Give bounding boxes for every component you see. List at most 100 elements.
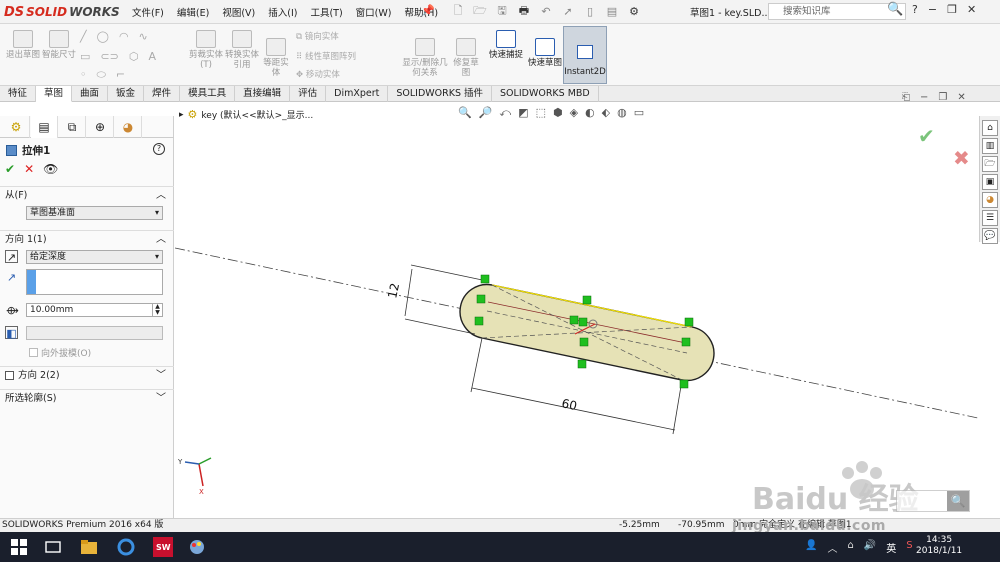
home-icon[interactable]: ⌂ bbox=[982, 120, 998, 136]
move-entities-button[interactable]: ✥ 移动实体 bbox=[296, 68, 340, 80]
viewport-minimize-icon[interactable]: − bbox=[920, 92, 928, 103]
direction-selection-box[interactable] bbox=[26, 269, 163, 295]
tray-expand-icon[interactable]: ︿ bbox=[827, 540, 837, 555]
confirm-cancel-icon[interactable]: ✖ bbox=[953, 146, 970, 170]
trim-entities-button[interactable]: 剪裁实体(T) bbox=[188, 30, 224, 70]
dimension-width-text[interactable]: 12 bbox=[385, 282, 402, 300]
knowledge-base-search-input[interactable]: 搜索知识库 🔍 bbox=[768, 2, 906, 20]
expand-arrow-icon[interactable]: ▸ bbox=[179, 110, 184, 120]
mirror-entities-button[interactable]: ⧉ 镜向实体 bbox=[296, 30, 339, 42]
cancel-x-icon[interactable]: ✕ bbox=[24, 162, 34, 176]
undo-icon[interactable]: ↶ bbox=[538, 3, 554, 19]
instant2d-button[interactable]: Instant2D bbox=[563, 26, 607, 84]
point-icon[interactable]: ◦ bbox=[80, 68, 87, 82]
tab-solidworks-addins[interactable]: SOLIDWORKS 插件 bbox=[388, 86, 493, 102]
network-icon[interactable]: ⌂ bbox=[847, 540, 853, 555]
exit-sketch-button[interactable]: 退出草图 bbox=[6, 30, 40, 60]
smart-dimension-button[interactable]: 智能尺寸 bbox=[42, 30, 76, 60]
tab-weldments[interactable]: 焊件 bbox=[144, 86, 181, 102]
line-icon[interactable]: ╱ bbox=[80, 30, 87, 43]
search-icon[interactable]: 🔍 bbox=[887, 2, 903, 17]
arc-icon[interactable]: ◠ bbox=[119, 30, 129, 43]
viewport-close-icon[interactable]: ✕ bbox=[957, 92, 965, 103]
tab-mold-tools[interactable]: 模具工具 bbox=[180, 86, 236, 102]
tab-sheet-metal[interactable]: 钣金 bbox=[108, 86, 145, 102]
forum-icon[interactable]: 💬 bbox=[982, 228, 998, 244]
menu-tools[interactable]: 工具(T) bbox=[310, 5, 342, 19]
input-method-indicator[interactable]: 英 bbox=[886, 540, 896, 555]
tab-dimxpert[interactable]: DimXpert bbox=[326, 86, 389, 102]
file-explorer-taskbar-icon[interactable] bbox=[80, 538, 98, 556]
view-palette-icon[interactable]: ▣ bbox=[982, 174, 998, 190]
previous-view-icon[interactable]: ⤺ bbox=[499, 106, 511, 120]
direction1-section-header[interactable]: 方向 1(1) ︿ bbox=[0, 230, 174, 248]
open-folder-icon[interactable]: 🗁 bbox=[472, 3, 488, 19]
configuration-manager-tab-icon[interactable]: ⧉ bbox=[59, 116, 86, 138]
direction2-checkbox[interactable] bbox=[5, 371, 14, 380]
draft-outward-checkbox[interactable]: 向外拔模(O) bbox=[29, 346, 91, 359]
custom-properties-icon[interactable]: ☰ bbox=[982, 210, 998, 226]
tab-solidworks-mbd[interactable]: SOLIDWORKS MBD bbox=[492, 86, 599, 102]
depth-input[interactable]: 10.00mm ▲ ▼ bbox=[26, 303, 163, 317]
direction2-section-header[interactable]: 方向 2(2) ﹀ bbox=[0, 366, 174, 384]
people-icon[interactable]: 👤 bbox=[805, 540, 817, 555]
tab-sketch[interactable]: 草图 bbox=[36, 86, 73, 102]
sogou-ime-icon[interactable]: S bbox=[906, 540, 912, 555]
save-icon[interactable]: 🖫 bbox=[494, 3, 510, 19]
spline-icon[interactable]: ∿ bbox=[139, 30, 148, 43]
select-arrow-icon[interactable]: ➚ bbox=[560, 3, 576, 19]
rectangle-icon[interactable]: ▭ bbox=[80, 50, 90, 63]
menu-edit[interactable]: 编辑(E) bbox=[177, 5, 209, 19]
print-icon[interactable]: 🖶 bbox=[516, 3, 532, 19]
windows-start-icon[interactable] bbox=[10, 538, 28, 556]
help-question-icon[interactable]: ? bbox=[912, 3, 918, 16]
end-condition-select[interactable]: 给定深度 ▾ bbox=[26, 250, 163, 264]
zoom-area-icon[interactable]: 🔎 bbox=[479, 106, 493, 120]
feature-tree-flyout[interactable]: ▸ ⚙ key (默认<<默认>_显示... bbox=[179, 108, 313, 121]
menu-window[interactable]: 窗口(W) bbox=[356, 5, 392, 19]
viewport-maximize-icon[interactable]: ❐ bbox=[938, 92, 947, 103]
solidworks-taskbar-icon[interactable]: SW bbox=[152, 536, 174, 558]
reverse-direction-icon[interactable]: ↗ bbox=[5, 250, 18, 264]
edge-browser-icon[interactable] bbox=[117, 538, 135, 556]
hide-show-icon[interactable]: ◐ bbox=[585, 106, 595, 120]
file-properties-icon[interactable]: ▤ bbox=[604, 3, 620, 19]
apply-scene-icon[interactable]: ◍ bbox=[617, 106, 627, 120]
display-relations-button[interactable]: 显示/删除几何关系 bbox=[402, 38, 448, 78]
display-style-icon[interactable]: ◈ bbox=[570, 106, 578, 120]
file-explorer-icon[interactable]: 🗁 bbox=[982, 156, 998, 172]
appearances-icon[interactable]: ◕ bbox=[982, 192, 998, 208]
menu-file[interactable]: 文件(F) bbox=[132, 5, 164, 19]
confirm-ok-icon[interactable]: ✔ bbox=[918, 124, 935, 148]
draft-icon[interactable]: ◧ bbox=[5, 326, 18, 340]
text-icon[interactable]: A bbox=[148, 50, 156, 63]
options-gear-icon[interactable]: ⚙ bbox=[626, 3, 642, 19]
menu-view[interactable]: 视图(V) bbox=[222, 5, 255, 19]
menu-insert[interactable]: 插入(I) bbox=[268, 5, 297, 19]
spin-up-down-icon[interactable]: ▲ ▼ bbox=[152, 304, 162, 316]
design-library-icon[interactable]: ▥ bbox=[982, 138, 998, 154]
tab-evaluate[interactable]: 评估 bbox=[290, 86, 327, 102]
view-settings-icon[interactable]: ▭ bbox=[634, 106, 644, 120]
viewport-restore-icon[interactable]: ⎗ bbox=[902, 92, 910, 103]
zoom-to-fit-icon[interactable]: 🔍 bbox=[458, 106, 472, 120]
edit-appearance-icon[interactable]: ⬖ bbox=[602, 106, 610, 120]
from-section-header[interactable]: 从(F) ︿ bbox=[0, 186, 174, 204]
polygon-icon[interactable]: ⬡ bbox=[129, 50, 139, 63]
selected-contours-section-header[interactable]: 所选轮廓(S) ﹀ bbox=[0, 389, 174, 407]
minimize-icon[interactable]: − bbox=[928, 3, 937, 16]
draft-angle-input[interactable] bbox=[26, 326, 163, 340]
from-select[interactable]: 草图基准面 ▾ bbox=[26, 206, 163, 220]
paint-app-icon[interactable] bbox=[188, 538, 206, 556]
ellipse-icon[interactable]: ⬭ bbox=[97, 68, 106, 82]
solidworks-logo[interactable]: DS SOLID WORKS bbox=[4, 3, 120, 21]
tab-direct-editing[interactable]: 直接编辑 bbox=[235, 86, 291, 102]
repair-sketch-button[interactable]: 修复草图 bbox=[452, 38, 480, 78]
help-icon[interactable]: ? bbox=[153, 143, 165, 155]
taskbar-clock[interactable]: 14:35 2018/1/11 bbox=[916, 535, 962, 557]
rebuild-icon[interactable]: ▯ bbox=[582, 3, 598, 19]
rapid-sketch-button[interactable]: 快速草图 bbox=[527, 38, 563, 68]
quick-snaps-button[interactable]: 快速捕捉 bbox=[488, 30, 524, 60]
feature-manager-tab-icon[interactable]: ⚙ bbox=[3, 116, 30, 138]
display-manager-tab-icon[interactable]: ◕ bbox=[115, 116, 142, 138]
